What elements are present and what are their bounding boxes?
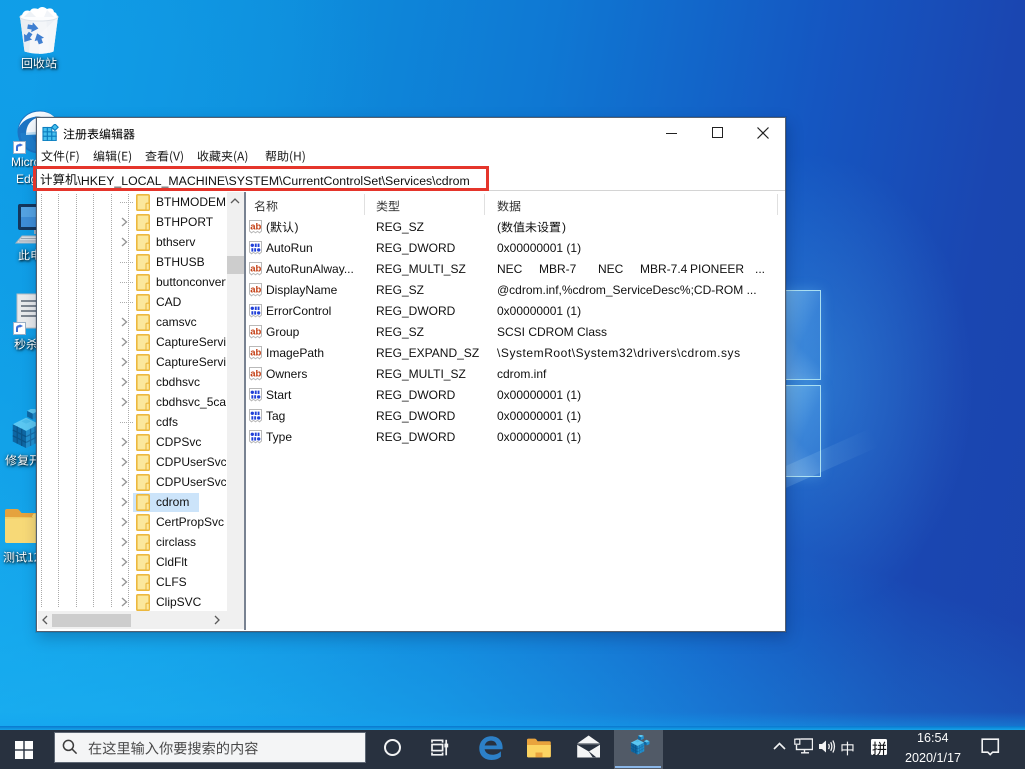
svg-text:ab: ab	[250, 285, 261, 296]
svg-text:ab: ab	[250, 348, 261, 359]
svg-text:ab: ab	[250, 222, 261, 233]
svg-text:ab: ab	[250, 369, 261, 380]
svg-text:ab: ab	[250, 327, 261, 338]
svg-text:ab: ab	[250, 264, 261, 275]
